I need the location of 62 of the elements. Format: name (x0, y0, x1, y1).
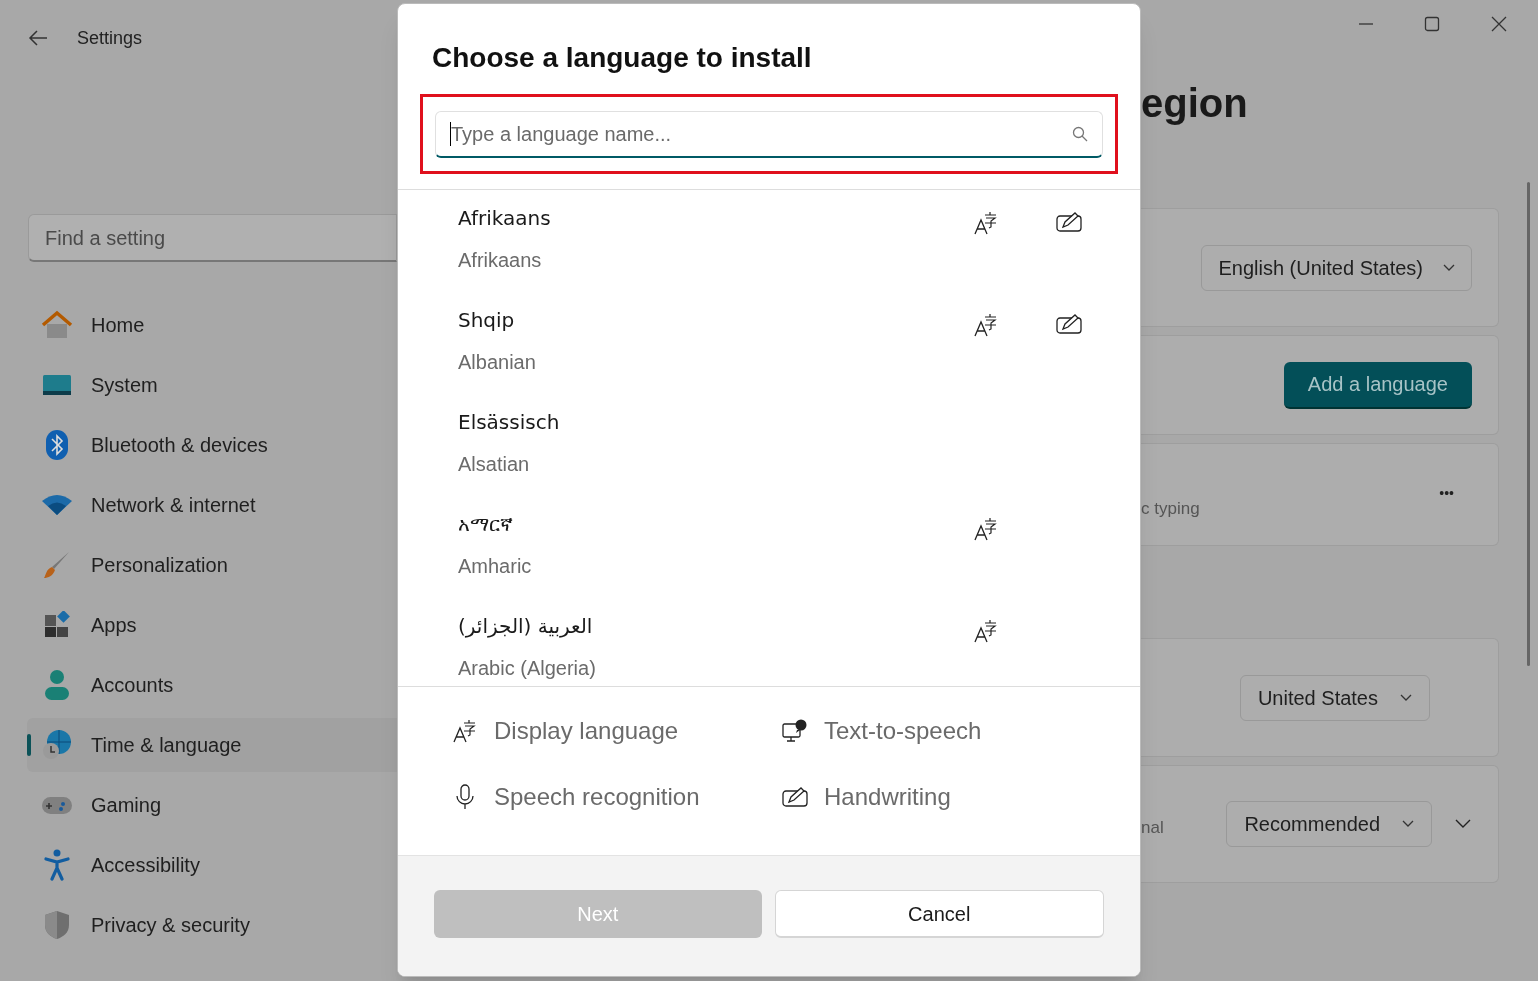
language-english-name: Amharic (458, 554, 532, 578)
nav-item[interactable]: Accounts (27, 661, 397, 709)
nav-item[interactable]: Network & internet (27, 481, 397, 529)
shield-icon (43, 910, 71, 940)
close-icon[interactable] (1490, 14, 1508, 34)
handwriting-icon (782, 787, 808, 807)
language-english-name: Albanian (458, 350, 536, 374)
text-to-speech-icon (782, 719, 808, 743)
legend-label: Text-to-speech (824, 716, 982, 746)
microphone-icon (456, 784, 474, 810)
nav-item[interactable]: Accessibility (27, 841, 397, 889)
language-search-field[interactable]: Type a language name... (435, 110, 1103, 158)
nav-item[interactable]: Gaming (27, 781, 397, 829)
dialog-title: Choose a language to install (431, 41, 813, 75)
nav-item[interactable]: Time & language (27, 718, 397, 772)
cancel-button[interactable]: Cancel (774, 890, 1104, 938)
scrollbar[interactable] (1527, 182, 1530, 666)
legend-label: Speech recognition (494, 782, 700, 812)
gamepad-icon (41, 794, 73, 816)
home-icon (41, 310, 73, 340)
country-dropdown[interactable]: United States (1239, 674, 1430, 721)
language-dropdown[interactable]: English (United States) (1201, 244, 1472, 291)
monitor-icon (42, 374, 72, 396)
search-field[interactable]: Find a setting (28, 214, 397, 262)
language-name: አማርኛ (458, 512, 513, 536)
chevron-down-icon (1400, 693, 1412, 702)
nav-item[interactable]: Bluetooth & devices (27, 421, 397, 469)
legend-label: Display language (494, 716, 679, 746)
display-language-icon (453, 719, 477, 743)
bluetooth-icon (45, 429, 69, 461)
globe-clock-icon (41, 729, 73, 761)
chevron-down-icon (1402, 820, 1414, 828)
regional-format-dropdown[interactable]: Recommended (1226, 801, 1432, 847)
language-english-name: Afrikaans (458, 248, 542, 272)
back-arrow-icon[interactable] (28, 30, 48, 46)
expand-chevron-icon[interactable] (1454, 818, 1472, 830)
window-title: Settings (77, 26, 143, 50)
language-english-name: Alsatian (458, 452, 530, 476)
accessibility-icon (44, 849, 70, 881)
maximize-icon[interactable] (1424, 14, 1440, 34)
paintbrush-icon (42, 550, 72, 580)
page-title: egion (1141, 83, 1249, 127)
apps-icon (43, 611, 71, 639)
add-language-button[interactable]: Add a language (1283, 361, 1472, 409)
person-icon (44, 669, 70, 701)
nav-item[interactable]: System (27, 361, 397, 409)
nav-item[interactable]: Privacy & security (27, 901, 397, 949)
regional-format-label: nal (1141, 817, 1164, 840)
nav-item[interactable]: Home (27, 301, 397, 349)
language-name: Elsässisch (458, 410, 560, 434)
chevron-down-icon (1443, 263, 1455, 272)
legend-label: Handwriting (824, 782, 951, 812)
more-button[interactable]: ••• (1439, 486, 1454, 500)
language-name: Afrikaans (458, 206, 551, 230)
language-english-name: Arabic (Algeria) (458, 656, 596, 680)
nav-item[interactable]: Personalization (27, 541, 397, 589)
search-icon (1072, 125, 1088, 142)
wifi-icon (41, 494, 73, 516)
language-name: العربية (الجزائر) (458, 614, 593, 638)
typing-label: c typing (1141, 498, 1200, 520)
nav-item[interactable]: Apps (27, 601, 397, 649)
language-name: Shqip (458, 308, 515, 332)
